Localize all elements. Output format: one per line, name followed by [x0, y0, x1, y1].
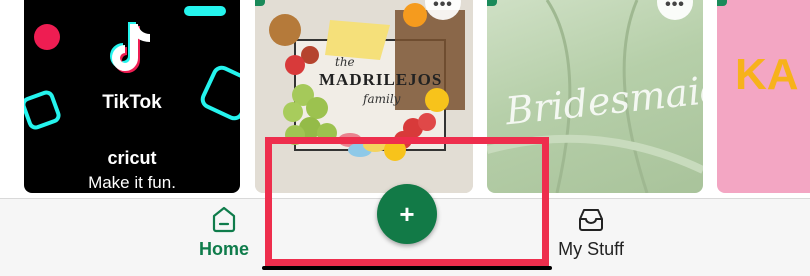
tray-icon [579, 209, 603, 231]
tiktok-logo-icon [104, 20, 160, 82]
highlight-annotation-box [265, 137, 549, 266]
cricut-brand-text: cricut [107, 148, 157, 168]
nav-item-home[interactable]: Home [192, 199, 256, 260]
card-badge [487, 0, 497, 6]
project-card-pink[interactable]: KA [717, 0, 810, 193]
sign-text-bottom: family [363, 92, 401, 106]
card-badge [717, 0, 727, 6]
nav-label-home: Home [198, 239, 249, 259]
home-icon [212, 206, 236, 233]
nav-item-my-stuff[interactable]: My Stuff [548, 199, 634, 260]
home-indicator-bar [262, 266, 552, 270]
sign-text-main: MADRILEJOS [319, 70, 443, 89]
card-badge [255, 0, 265, 6]
project-card-tiktok[interactable]: TikTok cricut Make it fun. [24, 0, 240, 193]
sign-text-top: the [335, 55, 355, 69]
tagline-text: Make it fun. [88, 173, 176, 192]
nav-label-my-stuff: My Stuff [558, 239, 624, 259]
partial-card-text: KA [735, 50, 799, 99]
tiktok-logo-text: TikTok [102, 92, 162, 113]
